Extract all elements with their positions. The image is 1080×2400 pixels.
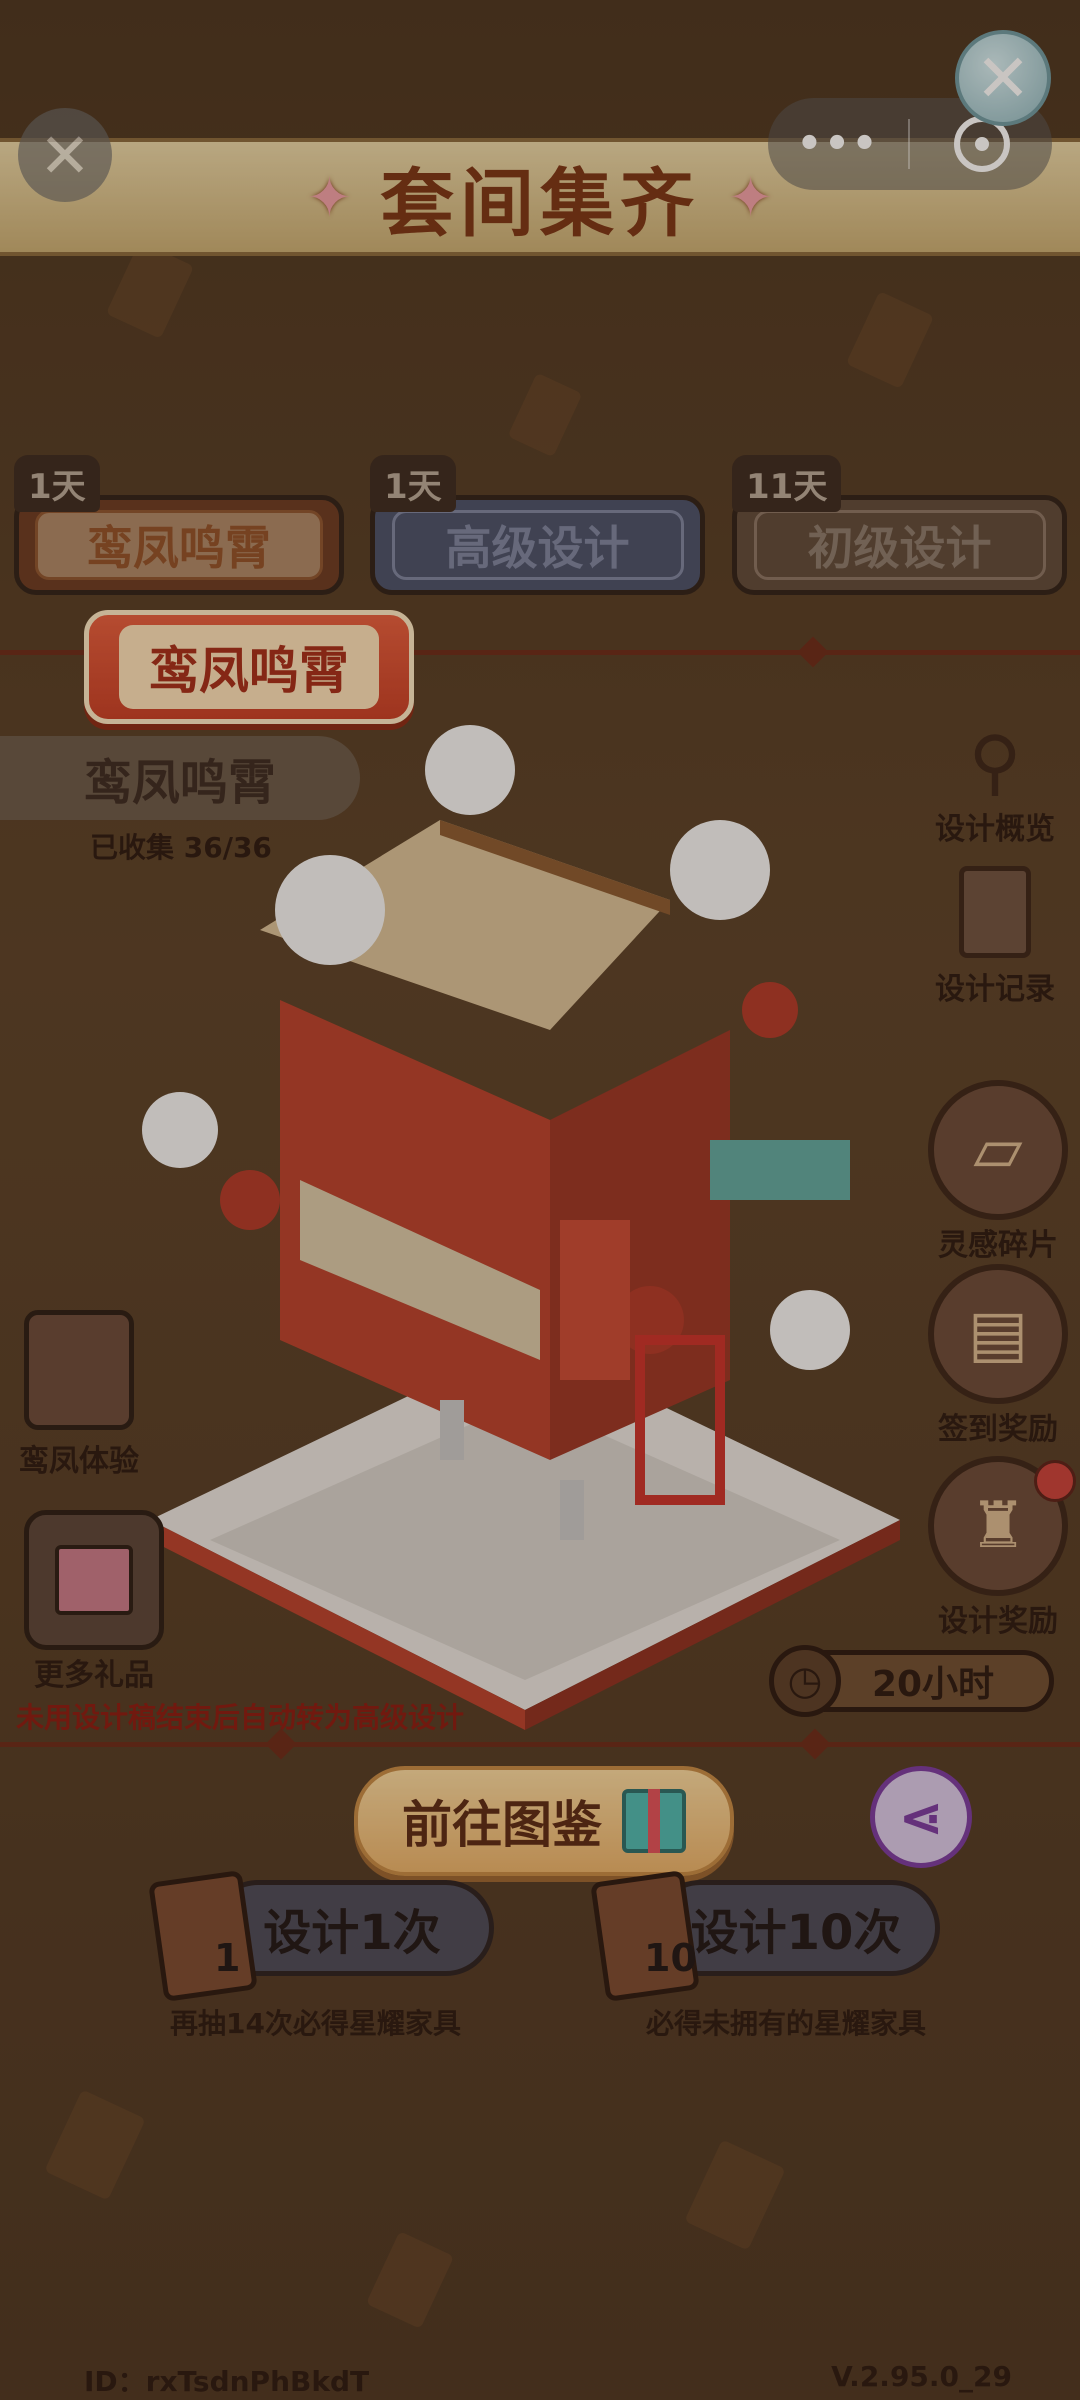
tab-label: 鸾凤鸣霄 bbox=[35, 510, 323, 580]
luanfeng-trial-label: 鸾凤体验 bbox=[19, 1444, 139, 1479]
checkin-reward-button[interactable]: ▤ 签到奖励 bbox=[918, 1264, 1078, 1448]
snow-tree bbox=[275, 855, 385, 965]
user-id: ID：rxTsdnPhBkdT bbox=[84, 2365, 370, 2398]
bg-pattern bbox=[44, 2089, 146, 2201]
capsule-divider bbox=[908, 119, 910, 169]
gift-icon bbox=[24, 1510, 164, 1650]
design-once-count: 1 bbox=[214, 1936, 241, 1980]
stone-lantern bbox=[560, 1480, 584, 1540]
share-icon: ⋖ bbox=[898, 1785, 944, 1849]
close-icon: ✕ bbox=[39, 118, 91, 192]
room-scene-illustration[interactable] bbox=[110, 700, 940, 1730]
close-button[interactable]: ✕ bbox=[955, 30, 1051, 126]
target-icon bbox=[975, 137, 989, 151]
tab-basic-design[interactable]: 初级设计 11天 bbox=[732, 455, 1067, 625]
magnifier-icon: ⚲ bbox=[968, 720, 1022, 804]
design-ten-count: 10 bbox=[644, 1936, 697, 1980]
divider-line bbox=[0, 1742, 1080, 1747]
countdown-timer: ◷ 20小时 bbox=[769, 1645, 1054, 1717]
map-icon: ▱ bbox=[928, 1080, 1068, 1220]
bg-pattern bbox=[684, 2139, 786, 2251]
design-reward-label: 设计奖励 bbox=[938, 1604, 1058, 1639]
calendar-icon: ▤ bbox=[928, 1264, 1068, 1404]
design-once-label: 设计1次 bbox=[263, 1905, 441, 1961]
close-icon: ✕ bbox=[975, 39, 1031, 117]
gift-icon bbox=[622, 1789, 686, 1853]
tab-advanced-design[interactable]: 高级设计 1天 bbox=[370, 455, 705, 625]
design-reward-button[interactable]: ♜ 设计奖励 bbox=[918, 1456, 1078, 1640]
gallery-button-label: 前往图鉴 bbox=[402, 1796, 602, 1854]
design-scroll-icon bbox=[148, 1870, 258, 2002]
design-record-button[interactable]: 设计记录 bbox=[920, 866, 1070, 1008]
snow-tree bbox=[425, 725, 515, 815]
app-version: V.2.95.0_29 bbox=[831, 2360, 1012, 2393]
selected-set-label: 鸾凤鸣霄 bbox=[119, 625, 379, 709]
more-menu-button[interactable]: ••• bbox=[768, 121, 908, 167]
design-ten-label: 设计10次 bbox=[690, 1905, 902, 1961]
share-button[interactable]: ⋖ bbox=[870, 1766, 972, 1868]
days-badge: 1天 bbox=[370, 455, 456, 512]
tab-label: 高级设计 bbox=[391, 510, 684, 580]
tab-label: 初级设计 bbox=[753, 510, 1046, 580]
inspiration-fragments-button[interactable]: ▱ 灵感碎片 bbox=[918, 1080, 1078, 1264]
inspiration-fragments-label: 灵感碎片 bbox=[938, 1228, 1058, 1263]
more-gifts-button[interactable]: 更多礼品 bbox=[14, 1510, 174, 1694]
divider-ornament bbox=[797, 636, 829, 668]
staircase bbox=[560, 1220, 630, 1380]
luanfeng-trial-button[interactable]: 鸾凤体验 bbox=[4, 1310, 154, 1480]
sparkle-icon: ✦ bbox=[728, 165, 774, 229]
design-record-label: 设计记录 bbox=[935, 972, 1055, 1007]
timer-value: 20小时 bbox=[871, 1664, 995, 1705]
sparkle-icon: ✦ bbox=[306, 165, 352, 229]
back-button[interactable]: ✕ bbox=[18, 108, 112, 202]
conversion-notice: 未用设计稿结束后自动转为高级设计 bbox=[16, 1701, 465, 1734]
bg-pattern bbox=[507, 372, 583, 458]
notification-dot bbox=[1034, 1460, 1076, 1502]
clock-icon: ◷ bbox=[769, 1645, 841, 1717]
divider-ornament bbox=[799, 1728, 831, 1760]
clipboard-icon bbox=[959, 866, 1031, 958]
plum-blossom bbox=[742, 982, 798, 1038]
scroll-icon bbox=[24, 1310, 134, 1430]
plum-blossom bbox=[220, 1170, 280, 1230]
snow-tree bbox=[670, 820, 770, 920]
more-gifts-label: 更多礼品 bbox=[34, 1658, 154, 1693]
go-to-gallery-button[interactable]: 前往图鉴 bbox=[354, 1766, 734, 1876]
days-badge: 11天 bbox=[732, 455, 842, 512]
design-ten-note: 必得未拥有的星耀家具 bbox=[646, 2007, 927, 2040]
bg-pattern bbox=[365, 2231, 455, 2329]
design-overview-label: 设计概览 bbox=[935, 812, 1055, 847]
snow-tree bbox=[770, 1290, 850, 1370]
snow-tree bbox=[142, 1092, 218, 1168]
jade-terrace bbox=[710, 1140, 850, 1200]
design-once-note: 再抽14次必得星耀家具 bbox=[170, 2007, 461, 2040]
page-title: 套间集齐 bbox=[380, 160, 700, 247]
stone-lantern bbox=[440, 1400, 464, 1460]
bg-pattern bbox=[845, 291, 935, 389]
tab-luanfeng[interactable]: 鸾凤鸣霄 1天 bbox=[14, 455, 344, 625]
checkin-reward-label: 签到奖励 bbox=[938, 1412, 1058, 1447]
design-overview-button[interactable]: ⚲ 设计概览 bbox=[920, 720, 1070, 848]
days-badge: 1天 bbox=[14, 455, 100, 512]
